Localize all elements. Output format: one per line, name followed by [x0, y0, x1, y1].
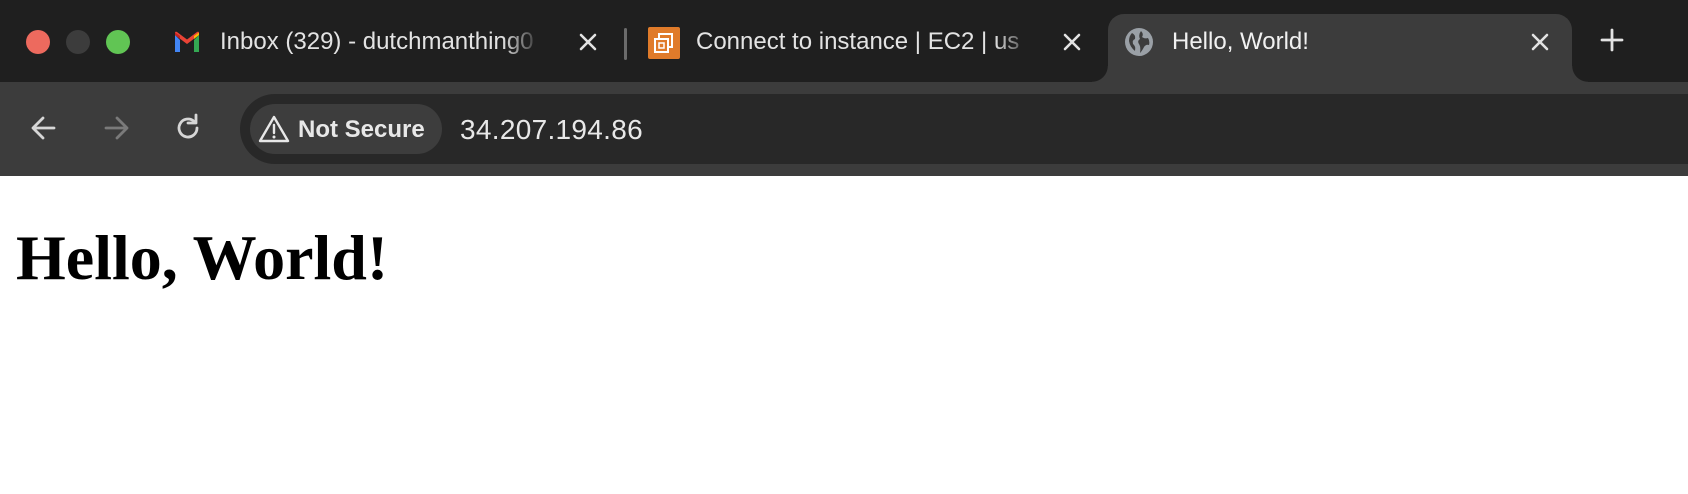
close-tab-icon[interactable]: [1526, 28, 1554, 56]
tab-strip: Inbox (329) - dutchmanthing0 Connect to …: [0, 0, 1688, 82]
browser-window: Inbox (329) - dutchmanthing0 Connect to …: [0, 0, 1688, 494]
window-close-button[interactable]: [26, 30, 50, 54]
arrow-right-icon: [104, 116, 129, 140]
security-chip[interactable]: Not Secure: [250, 104, 442, 154]
tab-title: Hello, World!: [1172, 28, 1309, 55]
aws-ec2-icon: [648, 27, 680, 59]
back-button[interactable]: [26, 110, 62, 146]
window-maximize-button[interactable]: [106, 30, 130, 54]
gmail-icon: [172, 27, 202, 57]
tab-hello-world-active[interactable]: Hello, World!: [1092, 14, 1588, 82]
close-tab-icon[interactable]: [574, 28, 602, 56]
window-minimize-button[interactable]: [66, 30, 90, 54]
tab-ec2-connect[interactable]: Connect to instance | EC2 | us: [640, 14, 1081, 82]
page-heading: Hello, World!: [16, 222, 389, 293]
tab-title: Connect to instance | EC2 | us: [696, 28, 1020, 55]
tab-title: Inbox (329) - dutchmanthing0: [220, 28, 534, 55]
arrow-left-icon: [31, 116, 56, 140]
close-tab-icon[interactable]: [1058, 28, 1086, 56]
new-tab-button[interactable]: [1596, 24, 1628, 56]
url-text[interactable]: 34.207.194.86: [460, 114, 643, 146]
address-bar[interactable]: Not Secure 34.207.194.86: [240, 94, 1688, 164]
tab-gmail[interactable]: Inbox (329) - dutchmanthing0: [158, 14, 608, 82]
security-label: Not Secure: [298, 116, 425, 143]
plus-icon: [1600, 28, 1624, 52]
reload-icon: [177, 113, 199, 139]
globe-icon: [1124, 27, 1154, 57]
page-content: Hello, World!: [0, 176, 1688, 494]
reload-button[interactable]: [170, 110, 206, 146]
forward-button[interactable]: [98, 110, 134, 146]
tab-separator: [624, 28, 627, 60]
warning-icon: [258, 114, 290, 144]
toolbar: Not Secure 34.207.194.86: [0, 82, 1688, 176]
